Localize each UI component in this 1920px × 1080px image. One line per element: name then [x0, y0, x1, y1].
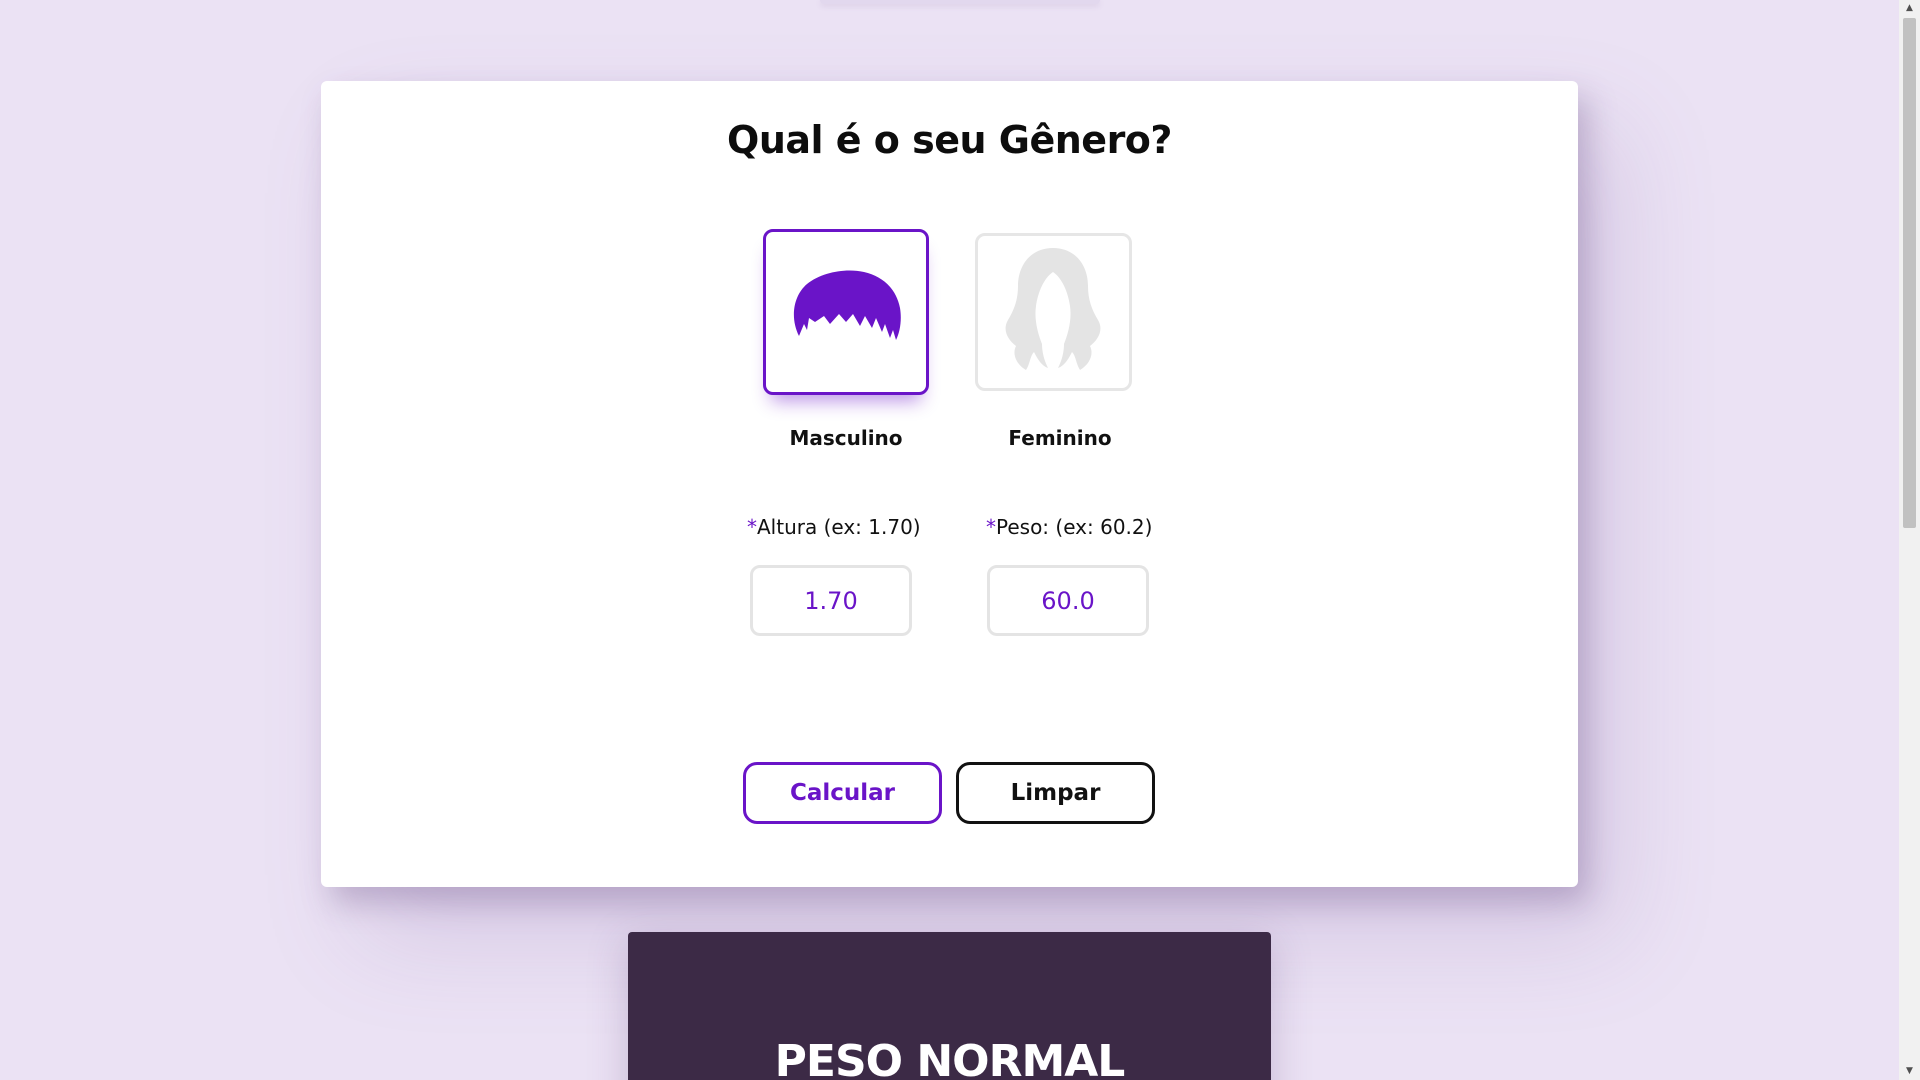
peso-input[interactable] — [987, 565, 1149, 636]
gender-option-female[interactable] — [975, 233, 1132, 391]
scroll-down-arrow-icon[interactable]: ▼ — [1899, 1063, 1920, 1080]
altura-input[interactable] — [750, 565, 912, 636]
result-title: PESO NORMAL — [774, 1036, 1126, 1080]
top-panel-edge — [820, 0, 1100, 4]
page: Qual é o seu Gênero? Masculino Feminino … — [0, 0, 1899, 1080]
required-mark: * — [986, 515, 996, 539]
altura-label-text: Altura (ex: 1.70) — [757, 515, 921, 539]
page-title: Qual é o seu Gênero? — [727, 118, 1172, 162]
vertical-scrollbar[interactable]: ▲ ▼ — [1899, 0, 1920, 1080]
scroll-up-arrow-icon[interactable]: ▲ — [1899, 0, 1920, 17]
calculate-button[interactable]: Calcular — [743, 762, 942, 824]
altura-label: *Altura (ex: 1.70) — [747, 515, 921, 539]
female-hair-icon — [1005, 248, 1101, 370]
scrollbar-thumb[interactable] — [1903, 18, 1916, 528]
form-card — [321, 81, 1578, 887]
required-mark: * — [747, 515, 757, 539]
peso-label-text: Peso: (ex: 60.2) — [996, 515, 1153, 539]
clear-button[interactable]: Limpar — [956, 762, 1155, 824]
male-hair-icon — [793, 270, 901, 340]
peso-label: *Peso: (ex: 60.2) — [986, 515, 1152, 539]
gender-label-male: Masculino — [789, 426, 903, 450]
gender-option-male[interactable] — [763, 229, 929, 395]
gender-label-female: Feminino — [1008, 426, 1112, 450]
